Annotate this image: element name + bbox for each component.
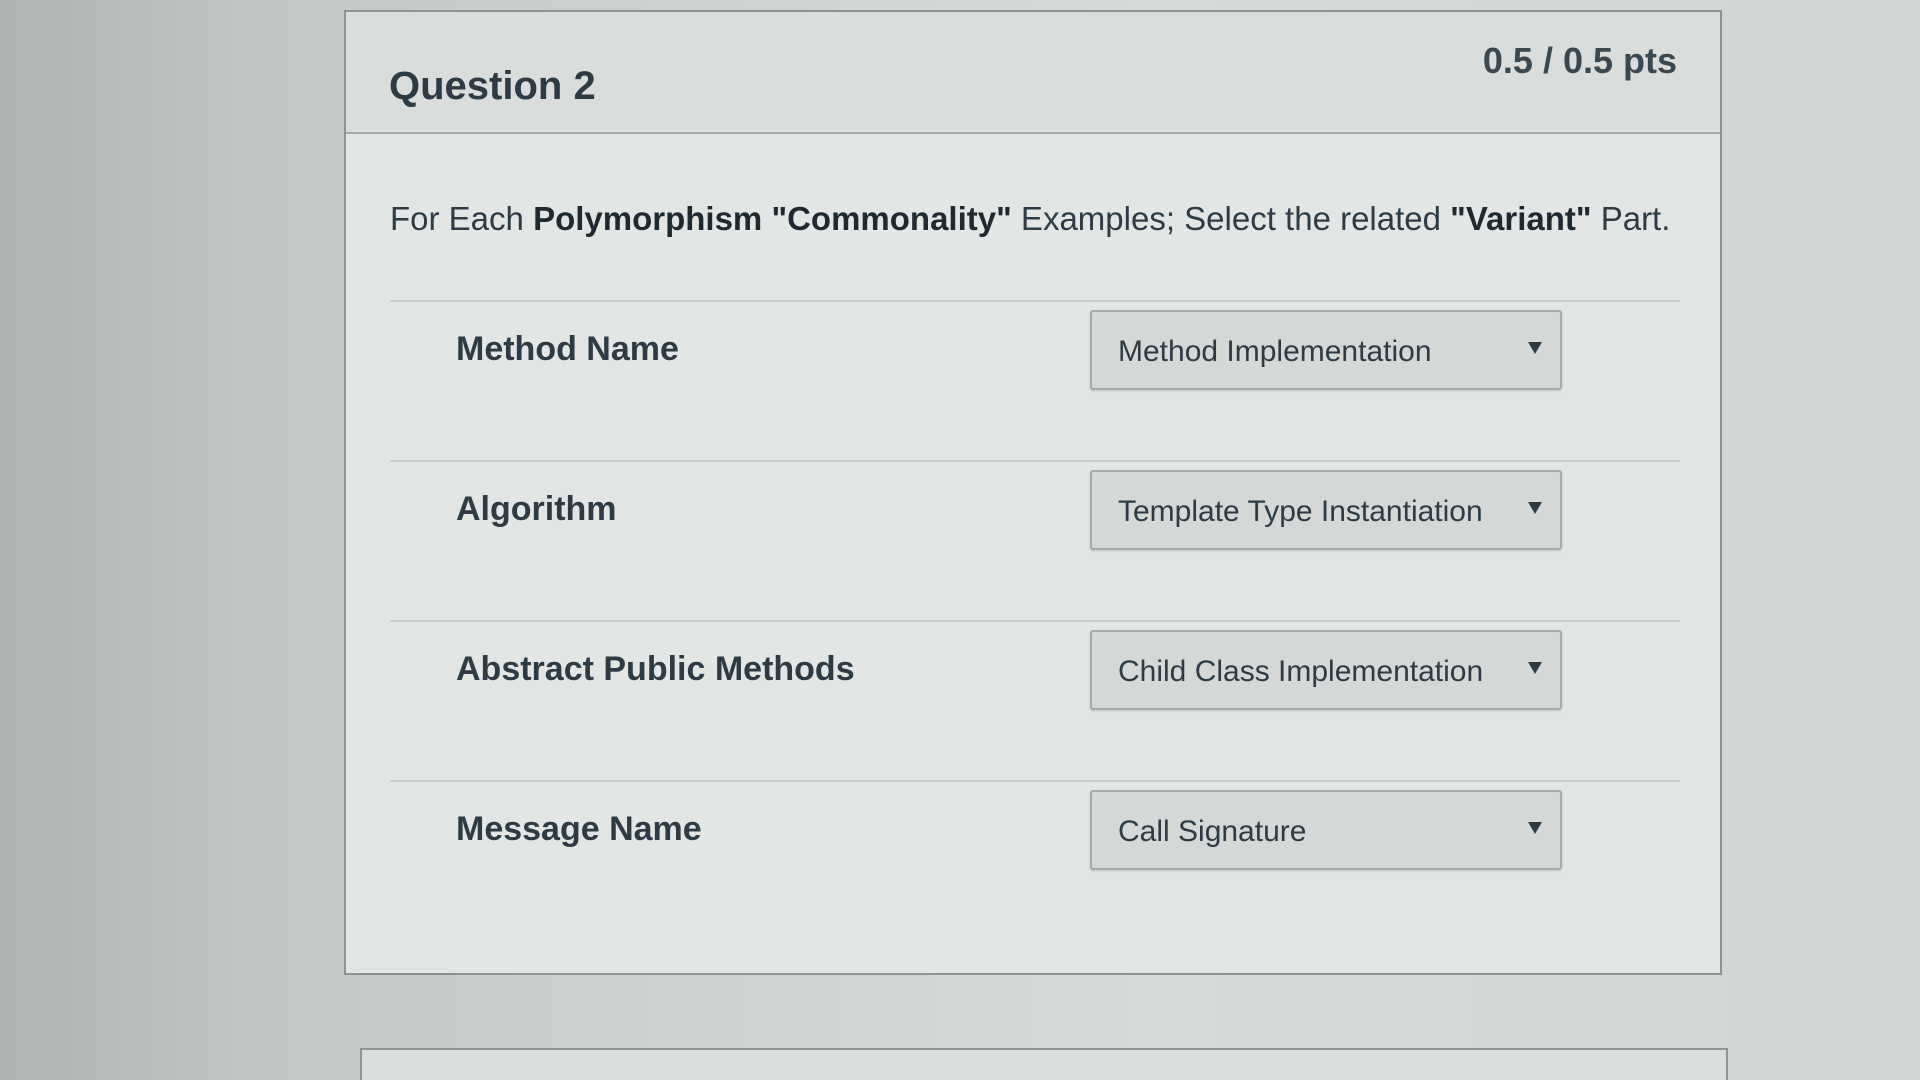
caret-down-icon — [1528, 822, 1542, 834]
match-label: Abstract Public Methods — [456, 650, 855, 688]
caret-down-icon — [1528, 502, 1542, 514]
match-row: Method Name Method Implementation — [390, 300, 1680, 460]
prompt-text: Part. — [1591, 200, 1671, 237]
match-row: Message Name Call Signature — [390, 780, 1680, 940]
match-label: Method Name — [456, 330, 679, 368]
caret-down-icon — [1528, 662, 1542, 674]
select-value: Child Class Implementation — [1118, 655, 1484, 688]
prompt-text: Examples; Select the related — [1011, 200, 1451, 237]
select-value: Call Signature — [1118, 815, 1307, 848]
match-label: Message Name — [456, 810, 702, 848]
question-title: Question 2 — [389, 64, 596, 108]
answer-select-method-name[interactable]: Method Implementation — [1090, 310, 1562, 390]
question-card: Question 2 0.5 / 0.5 pts For Each Polymo… — [344, 10, 1722, 975]
caret-down-icon — [1528, 342, 1542, 354]
question-points: 0.5 / 0.5 pts — [1482, 40, 1677, 81]
prompt-bold-variant: "Variant" — [1450, 200, 1592, 237]
question-header: Question 2 0.5 / 0.5 pts — [346, 12, 1720, 134]
match-row: Algorithm Template Type Instantiation — [390, 460, 1680, 620]
next-question-card — [360, 1048, 1728, 1080]
match-row: Abstract Public Methods Child Class Impl… — [390, 620, 1680, 780]
answer-select-abstract-public-methods[interactable]: Child Class Implementation — [1090, 630, 1562, 710]
match-label: Algorithm — [456, 490, 617, 528]
prompt-bold-commonality: Polymorphism "Commonality" — [533, 200, 1012, 237]
question-prompt: For Each Polymorphism "Commonality" Exam… — [390, 200, 1670, 238]
select-value: Template Type Instantiation — [1118, 495, 1483, 528]
select-value: Method Implementation — [1118, 335, 1432, 368]
prompt-text: For Each — [390, 200, 534, 237]
answer-select-algorithm[interactable]: Template Type Instantiation — [1090, 470, 1562, 550]
answer-select-message-name[interactable]: Call Signature — [1090, 790, 1562, 870]
